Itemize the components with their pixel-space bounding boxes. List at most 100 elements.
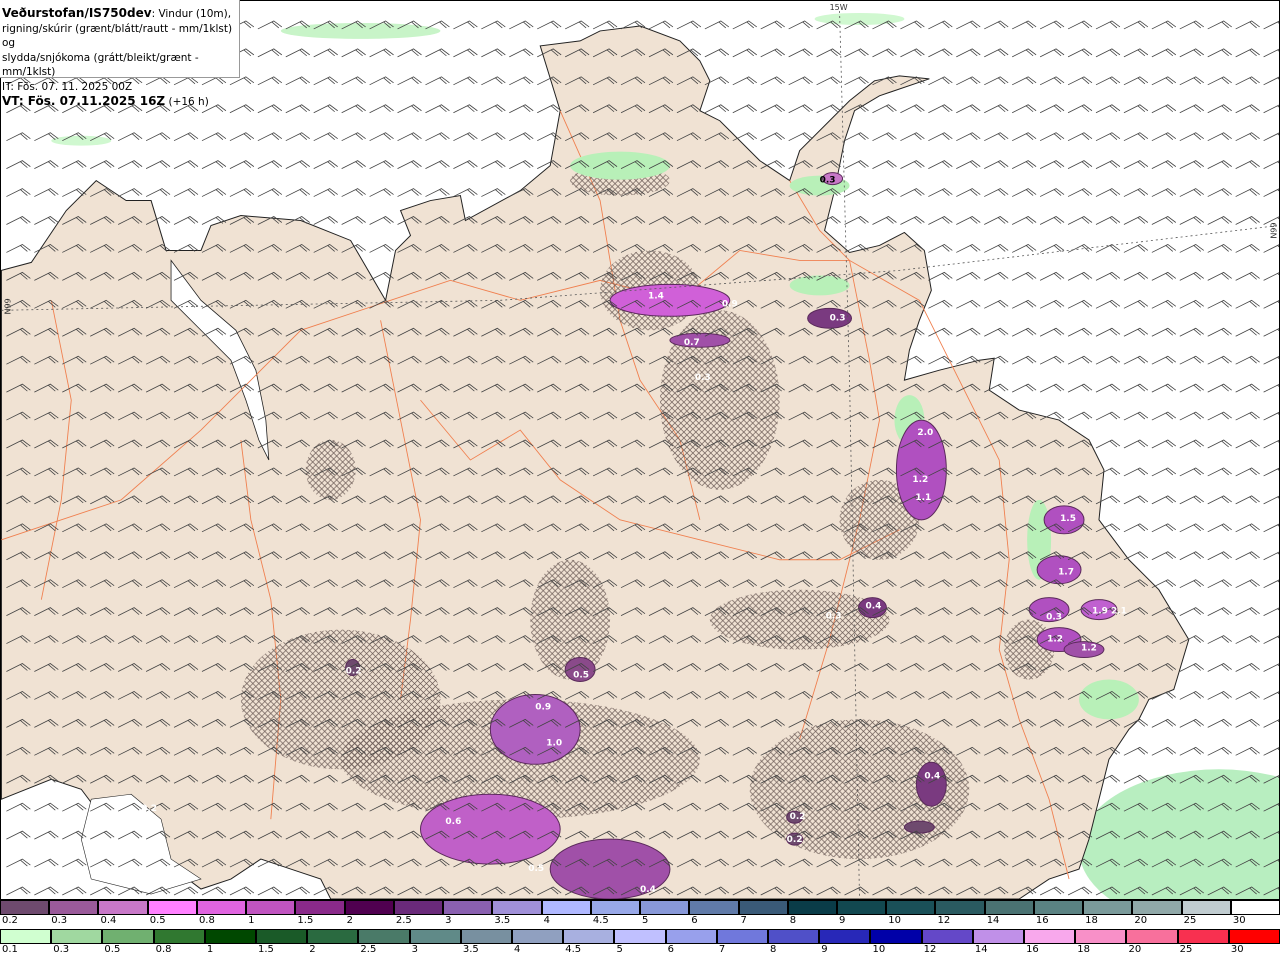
colorbar-cell bbox=[972, 929, 1025, 944]
colorbar-label: 18 bbox=[1085, 915, 1098, 926]
rain-colorbar bbox=[0, 929, 1280, 944]
colorbar-cell bbox=[984, 900, 1034, 915]
colorbar-label: 3.5 bbox=[494, 915, 511, 926]
colorbar-label: 12 bbox=[937, 915, 951, 926]
source-title: Veðurstofan/IS750dev bbox=[2, 6, 152, 20]
precip-value-label: 1.2 bbox=[912, 475, 928, 485]
colorbar-label: 1 bbox=[206, 944, 214, 955]
precip-value-label: 0.3 bbox=[826, 612, 842, 622]
colorbar-cell bbox=[768, 929, 820, 944]
colorbar-label: 8 bbox=[789, 915, 797, 926]
precip-value-label: 0.2 bbox=[790, 812, 806, 822]
colorbar-cell bbox=[147, 900, 197, 915]
colorbar-cell bbox=[344, 900, 394, 915]
precip-value-label: 0.7 bbox=[684, 338, 700, 348]
precip-value-label: 0.2 bbox=[346, 667, 362, 677]
colorbar-cell bbox=[49, 900, 99, 915]
colorbar-cell bbox=[0, 929, 52, 944]
snow-blob bbox=[419, 793, 561, 865]
precip-value-label: 1.2 bbox=[1047, 635, 1063, 645]
precip-value-label: 0.4 bbox=[924, 771, 940, 781]
weather-map: 15W 66N 66N 0.2 1.4 0.9 0.7 0.3 0.3 2.0 1.2 1.1 1… bbox=[0, 0, 1280, 900]
colorbar-cell bbox=[98, 900, 148, 915]
colorbar-label: 2 bbox=[309, 944, 316, 955]
colorbar-label: 14 bbox=[986, 915, 1000, 926]
precip-value-label: 1.7 bbox=[1058, 568, 1074, 578]
colorbar-label: 20 bbox=[1134, 915, 1148, 926]
colorbar-label: 10 bbox=[872, 944, 886, 955]
colorbar-label: 20 bbox=[1128, 944, 1142, 955]
precip-value-label: 0.5 bbox=[573, 670, 589, 680]
colorbar-cell bbox=[393, 900, 444, 915]
colorbar-cell bbox=[541, 900, 591, 915]
colorbar-cell bbox=[870, 929, 922, 944]
precip-value-label: 0.2 bbox=[141, 804, 157, 814]
colorbar-cell bbox=[246, 900, 296, 915]
colorbar-label: 16 bbox=[1035, 915, 1049, 926]
colorbar-cell bbox=[307, 929, 359, 944]
colorbar-label: 4 bbox=[514, 944, 521, 955]
colorbar-cell bbox=[563, 929, 615, 944]
colorbar-cell bbox=[1181, 900, 1231, 915]
latitude-label-east: 66N bbox=[1269, 223, 1278, 239]
rain-colorbar-labels: 0.1 0.3 0.5 0.8 1 1.5 2 2.5 3 3.5 4 4.5 5 6 7 8 9 10 12 14 1… bbox=[0, 944, 1280, 958]
colorbar-cell bbox=[460, 929, 513, 944]
precip-value-label: 1.2 bbox=[1081, 644, 1097, 654]
colorbar-cell bbox=[1228, 929, 1280, 944]
colorbar-cell bbox=[295, 900, 345, 915]
colorbar-label: 4.5 bbox=[592, 915, 609, 926]
colorbar-label: 4 bbox=[543, 915, 550, 926]
colorbar-label: 5 bbox=[616, 944, 623, 955]
colorbar-label: 0.5 bbox=[104, 944, 121, 955]
colorbar-cell bbox=[886, 900, 936, 915]
colorbar-label: 1 bbox=[248, 915, 255, 926]
colorbar-cell bbox=[102, 929, 154, 944]
colorbar-cell bbox=[256, 929, 308, 944]
colorbar-label: 0.3 bbox=[51, 915, 68, 926]
colorbar-label: 2.5 bbox=[360, 944, 377, 955]
colorbar-label: 0.8 bbox=[198, 915, 215, 926]
colorbar-cell bbox=[409, 929, 461, 944]
colorbar-label: 2.5 bbox=[395, 915, 412, 926]
colorbar-label: 2 bbox=[346, 915, 354, 926]
colorbar-label: 5 bbox=[642, 915, 649, 926]
colorbar-cell bbox=[665, 929, 717, 944]
colorbar-cell bbox=[196, 900, 247, 915]
snow-blob bbox=[903, 820, 935, 834]
colorbar-cell bbox=[51, 929, 103, 944]
colorbar-cell bbox=[1033, 900, 1084, 915]
colorbar-cell bbox=[614, 929, 666, 944]
colorbar-label: 0.4 bbox=[100, 915, 117, 926]
precip-value-label: 1.4 bbox=[648, 291, 664, 301]
title-desc-1: : Vindur (10m), bbox=[151, 8, 232, 20]
colorbar-label: 0.2 bbox=[2, 915, 18, 926]
precip-value-label: 0.9 bbox=[722, 299, 738, 309]
snow-blob bbox=[915, 761, 947, 807]
map-title-box: Veðurstofan/IS750dev: Vindur (10m), rign… bbox=[0, 0, 240, 108]
colorbar-label: 0.3 bbox=[53, 944, 70, 955]
colorbar-cell bbox=[1126, 929, 1178, 944]
colorbar-cell bbox=[1132, 900, 1182, 915]
precip-value-label: 0.3 bbox=[820, 176, 836, 186]
colorbar-label: 16 bbox=[1026, 944, 1039, 955]
colorbar-cell bbox=[0, 900, 50, 915]
precip-value-label: 2.0 bbox=[917, 428, 933, 438]
precip-value-label: 0.2 bbox=[787, 835, 803, 845]
precip-value-label: 0.6 bbox=[445, 817, 461, 827]
colorbar-cell bbox=[1024, 929, 1076, 944]
colorbar-label: 30 bbox=[1230, 944, 1244, 955]
colorbar-cell bbox=[590, 900, 641, 915]
colorbar-label: 12 bbox=[923, 944, 937, 955]
colorbar-label: 9 bbox=[838, 915, 846, 926]
colorbar-label: 3 bbox=[411, 944, 418, 955]
precip-value-label: 0.3 bbox=[830, 313, 846, 323]
colorbar-label: 14 bbox=[974, 944, 988, 955]
colorbar-cell bbox=[935, 900, 985, 915]
precip-value-label: 1.9 bbox=[1092, 607, 1108, 617]
colorbar-label: 9 bbox=[821, 944, 828, 955]
colorbar-cell bbox=[921, 929, 973, 944]
colorbar-cell bbox=[1177, 929, 1229, 944]
initial-time: IT: Fös. 07. 11. 2025 00Z bbox=[2, 80, 133, 93]
colorbar-cell bbox=[1230, 900, 1280, 915]
colorbar-label: 0.1 bbox=[2, 944, 18, 955]
